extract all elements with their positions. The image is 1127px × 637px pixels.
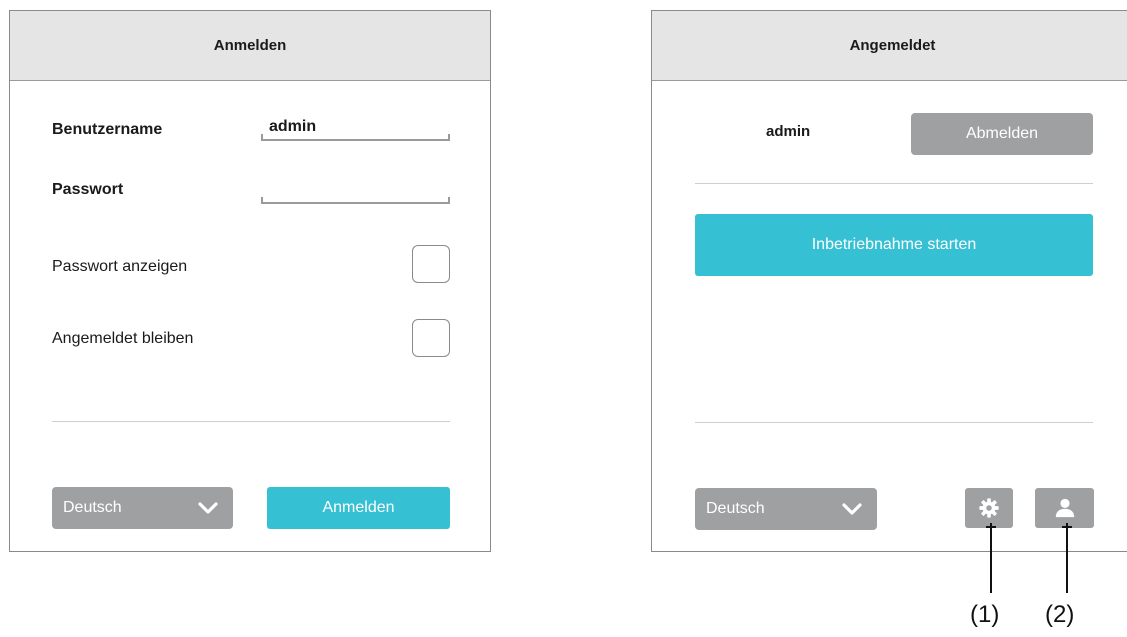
login-button[interactable]: Anmelden xyxy=(267,487,450,529)
username-label: Benutzername xyxy=(52,121,163,138)
callout-line-user xyxy=(1066,523,1068,593)
show-password-label: Passwort anzeigen xyxy=(52,258,188,275)
user-button[interactable] xyxy=(1035,488,1094,528)
gear-icon xyxy=(979,498,999,518)
logout-button[interactable]: Abmelden xyxy=(911,113,1093,155)
stay-logged-in-label: Angemeldet bleiben xyxy=(52,330,194,347)
username-value: admin xyxy=(269,118,317,135)
logged-in-panel: Angemeldet admin Abmelden Inbetriebnahme… xyxy=(651,10,1127,552)
language-select[interactable]: Deutsch xyxy=(52,487,233,529)
current-username: admin xyxy=(766,123,811,140)
user-icon xyxy=(1055,498,1074,518)
callout-label-settings: (1) xyxy=(970,601,1000,628)
language-select[interactable]: Deutsch xyxy=(695,488,877,530)
logged-in-panel-title: Angemeldet xyxy=(652,11,1127,81)
login-panel-title: Anmelden xyxy=(10,11,490,81)
callout-line-settings xyxy=(990,523,992,593)
password-field[interactable] xyxy=(261,186,450,204)
divider xyxy=(52,421,450,422)
password-label: Passwort xyxy=(52,181,124,198)
callout-tick-settings xyxy=(986,526,996,528)
language-select-value: Deutsch xyxy=(706,500,765,517)
username-field[interactable]: admin xyxy=(261,118,450,141)
login-panel: Anmelden Benutzername admin Passwort Pas… xyxy=(9,10,491,552)
stay-logged-in-checkbox[interactable] xyxy=(412,319,450,357)
settings-button[interactable] xyxy=(965,488,1013,528)
callout-label-user: (2) xyxy=(1045,601,1075,628)
divider xyxy=(695,183,1093,184)
chevron-down-icon xyxy=(198,502,218,514)
divider xyxy=(695,422,1093,423)
chevron-down-icon xyxy=(842,503,862,515)
callout-tick-user xyxy=(1062,526,1072,528)
start-commissioning-button[interactable]: Inbetriebnahme starten xyxy=(695,214,1093,276)
language-select-value: Deutsch xyxy=(63,499,122,516)
show-password-checkbox[interactable] xyxy=(412,245,450,283)
